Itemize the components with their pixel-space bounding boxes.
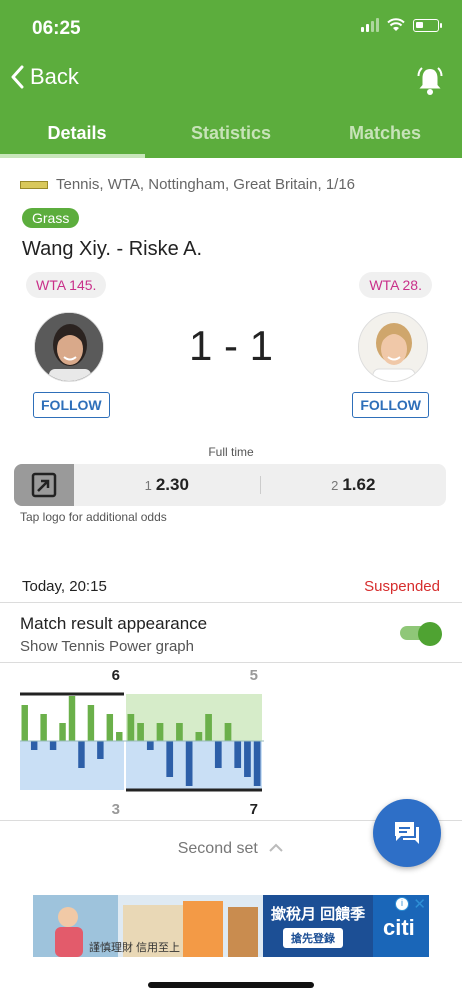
power-bar [106, 714, 114, 741]
power-bar [146, 741, 154, 750]
power-bar [97, 741, 104, 759]
tab-matches[interactable]: Matches [308, 110, 462, 158]
odds-hint: Tap logo for additional odds [20, 510, 167, 524]
ad-info-icon[interactable]: i [395, 897, 409, 911]
power-bar [49, 741, 57, 750]
power-bar [234, 741, 242, 768]
bell-icon[interactable] [416, 66, 444, 96]
ad-brand: citi [383, 915, 415, 940]
chevron-up-icon [269, 843, 283, 852]
ad-disclaimer: 謹慎理財 信用至上 [89, 942, 181, 954]
power-bar [78, 741, 85, 768]
battery-icon [413, 18, 442, 32]
tennis-power-graph[interactable]: 6 3 5 7 [18, 664, 268, 820]
ad-cta-button[interactable]: 搶先登錄 [283, 928, 343, 948]
toggle-subtitle: Show Tennis Power graph [20, 638, 194, 655]
away-rank-badge[interactable]: WTA 28. [359, 272, 432, 298]
toggle-title: Match result appearance [20, 614, 208, 633]
power-bar [59, 723, 66, 741]
surface-badge: Grass [22, 208, 80, 228]
external-link-icon [31, 472, 57, 498]
follow-home-button[interactable]: FOLLOW [33, 392, 110, 418]
home-rank-badge[interactable]: WTA 145. [26, 272, 107, 298]
power-bar [195, 732, 203, 741]
power-bar [224, 723, 232, 741]
follow-away-button[interactable]: FOLLOW [352, 392, 429, 418]
match-status: Suspended [364, 578, 440, 595]
signal-icon [361, 18, 379, 32]
power-bar [21, 705, 28, 741]
power-bar [166, 741, 174, 777]
power-bar [214, 741, 222, 768]
league-row[interactable]: Tennis, WTA, Nottingham, Great Britain, … [20, 176, 355, 193]
set-away-games: 7 [250, 801, 258, 818]
bookmaker-logo-button[interactable] [14, 464, 74, 506]
power-bar [127, 714, 135, 741]
chevron-left-icon [11, 65, 24, 89]
tab-details[interactable]: Details [0, 110, 154, 158]
power-bar [68, 696, 76, 741]
odds-away[interactable]: 2 1.62 [261, 475, 447, 495]
match-score: 1 - 1 [188, 322, 274, 369]
set-away-games: 3 [112, 801, 120, 818]
match-state: Full time [208, 445, 254, 459]
league-flag-icon [20, 180, 48, 189]
divider [0, 602, 462, 603]
ad-headline: 撳稅月 回饋季 [271, 906, 366, 923]
power-bar [116, 732, 123, 741]
wifi-icon [387, 18, 405, 31]
advertisement-banner[interactable]: 撳稅月 回饋季 搶先登錄 citi 謹慎理財 信用至上 i ✕ [33, 895, 429, 957]
graph-away-area [126, 741, 262, 790]
chat-icon [395, 822, 419, 844]
set-home-games: 6 [112, 667, 120, 684]
power-bar [40, 714, 47, 741]
power-bar [244, 741, 251, 777]
power-bar [185, 741, 193, 786]
tab-statistics[interactable]: Statistics [154, 110, 308, 158]
system-status-icons [361, 18, 442, 32]
ad-close-icon[interactable]: ✕ [413, 895, 426, 913]
back-button[interactable]: Back [10, 64, 79, 90]
app-header: 06:25 Back Details Statistics Matches [0, 0, 462, 158]
match-title: Wang Xiy. - Riske A. [22, 238, 203, 260]
graph-home-area [126, 694, 262, 741]
power-bar [176, 723, 183, 741]
power-graph-toggle[interactable] [400, 622, 442, 646]
power-bar [205, 714, 212, 741]
match-datetime: Today, 20:15 [22, 578, 107, 595]
power-bar [156, 723, 164, 741]
odds-home[interactable]: 1 2.30 [74, 475, 260, 495]
tab-bar: Details Statistics Matches [0, 110, 462, 158]
divider [0, 662, 462, 663]
power-bar [87, 705, 95, 741]
active-tab-indicator [0, 154, 145, 158]
power-bar [137, 723, 144, 741]
chat-button[interactable] [373, 799, 441, 867]
power-bar [253, 741, 261, 786]
back-label: Back [30, 64, 79, 89]
power-bar [30, 741, 38, 750]
set-label: Second set [177, 840, 258, 857]
status-time: 06:25 [32, 18, 81, 39]
league-name: Tennis, WTA, Nottingham, Great Britain, … [56, 176, 356, 193]
odds-bar: 1 2.30 2 1.62 [14, 464, 446, 506]
home-indicator[interactable] [148, 982, 314, 988]
set-home-games: 5 [250, 667, 258, 684]
